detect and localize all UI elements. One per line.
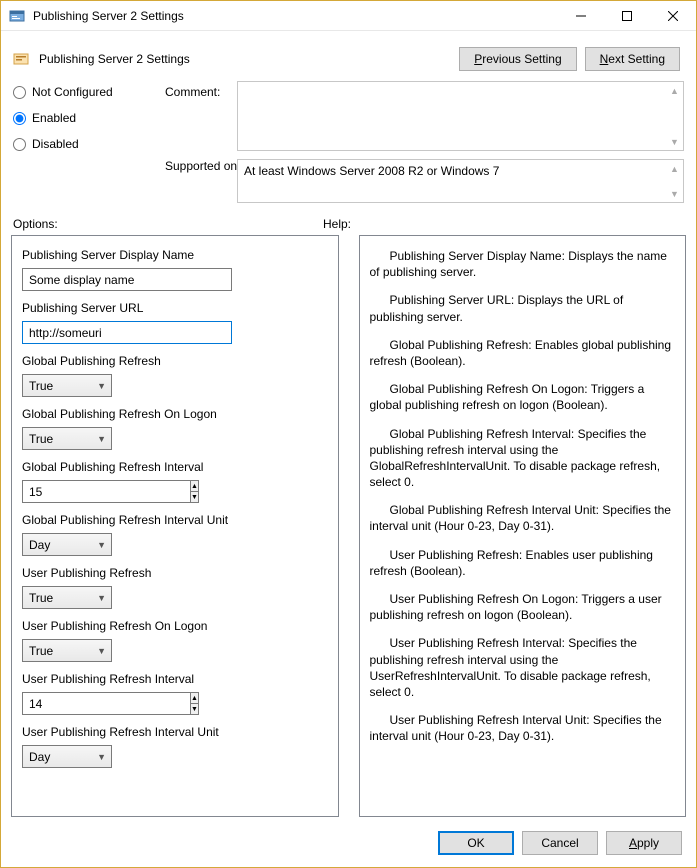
page-title: Publishing Server 2 Settings bbox=[39, 52, 449, 66]
help-text: Global Publishing Refresh: Enables globa… bbox=[370, 337, 676, 369]
spin-down-icon[interactable]: ▼ bbox=[191, 492, 198, 502]
titlebar: Publishing Server 2 Settings bbox=[1, 1, 696, 31]
chevron-down-icon: ▼ bbox=[97, 646, 106, 656]
comment-textarea[interactable]: ▲ ▼ bbox=[237, 81, 684, 151]
help-text: User Publishing Refresh On Logon: Trigge… bbox=[370, 591, 676, 623]
help-pane: Publishing Server Display Name: Displays… bbox=[359, 235, 687, 817]
scroll-down-icon[interactable]: ▼ bbox=[666, 133, 683, 150]
global-interval-label: Global Publishing Refresh Interval bbox=[22, 460, 328, 474]
help-text: User Publishing Refresh Interval: Specif… bbox=[370, 635, 676, 700]
minimize-button[interactable] bbox=[558, 1, 604, 31]
display-name-input[interactable] bbox=[22, 268, 232, 291]
url-input[interactable] bbox=[22, 321, 232, 344]
window-title: Publishing Server 2 Settings bbox=[33, 9, 558, 23]
ok-button[interactable]: OK bbox=[438, 831, 514, 855]
chevron-down-icon: ▼ bbox=[97, 752, 106, 762]
help-text: Global Publishing Refresh Interval Unit:… bbox=[370, 502, 676, 534]
global-unit-select[interactable]: Day▼ bbox=[22, 533, 112, 556]
chevron-down-icon: ▼ bbox=[97, 434, 106, 444]
user-refresh-label: User Publishing Refresh bbox=[22, 566, 328, 580]
app-icon bbox=[9, 8, 25, 24]
user-interval-label: User Publishing Refresh Interval bbox=[22, 672, 328, 686]
scroll-up-icon[interactable]: ▲ bbox=[666, 82, 683, 99]
help-text: User Publishing Refresh: Enables user pu… bbox=[370, 547, 676, 579]
chevron-down-icon: ▼ bbox=[97, 381, 106, 391]
help-text: Global Publishing Refresh Interval: Spec… bbox=[370, 426, 676, 491]
help-text: Publishing Server URL: Displays the URL … bbox=[370, 292, 676, 324]
spin-down-icon[interactable]: ▼ bbox=[191, 704, 198, 714]
supported-on-label: Supported on: bbox=[165, 159, 235, 203]
spin-up-icon[interactable]: ▲ bbox=[191, 481, 198, 492]
page-icon bbox=[13, 51, 29, 67]
next-setting-button[interactable]: Next Setting bbox=[585, 47, 680, 71]
supported-on-value: At least Windows Server 2008 R2 or Windo… bbox=[237, 159, 684, 203]
scroll-up-icon[interactable]: ▲ bbox=[666, 160, 683, 177]
global-interval-spinner[interactable]: ▲▼ bbox=[22, 480, 132, 503]
global-refresh-label: Global Publishing Refresh bbox=[22, 354, 328, 368]
close-button[interactable] bbox=[650, 1, 696, 31]
user-logon-label: User Publishing Refresh On Logon bbox=[22, 619, 328, 633]
user-refresh-select[interactable]: True▼ bbox=[22, 586, 112, 609]
global-refresh-select[interactable]: True▼ bbox=[22, 374, 112, 397]
previous-setting-button[interactable]: Previous Setting bbox=[459, 47, 576, 71]
apply-button[interactable]: Apply bbox=[606, 831, 682, 855]
spin-up-icon[interactable]: ▲ bbox=[191, 693, 198, 704]
disabled-radio[interactable]: Disabled bbox=[13, 137, 163, 151]
options-pane: Publishing Server Display Name Publishin… bbox=[11, 235, 339, 817]
chevron-down-icon: ▼ bbox=[97, 540, 106, 550]
global-logon-label: Global Publishing Refresh On Logon bbox=[22, 407, 328, 421]
options-label: Options: bbox=[13, 217, 323, 231]
user-logon-select[interactable]: True▼ bbox=[22, 639, 112, 662]
help-text: Publishing Server Display Name: Displays… bbox=[370, 248, 676, 280]
user-unit-select[interactable]: Day▼ bbox=[22, 745, 112, 768]
scroll-down-icon[interactable]: ▼ bbox=[666, 185, 683, 202]
user-unit-label: User Publishing Refresh Interval Unit bbox=[22, 725, 328, 739]
comment-label: Comment: bbox=[165, 81, 235, 99]
help-label: Help: bbox=[323, 217, 351, 231]
help-text: Global Publishing Refresh On Logon: Trig… bbox=[370, 381, 676, 413]
cancel-button[interactable]: Cancel bbox=[522, 831, 598, 855]
global-logon-select[interactable]: True▼ bbox=[22, 427, 112, 450]
maximize-button[interactable] bbox=[604, 1, 650, 31]
global-unit-label: Global Publishing Refresh Interval Unit bbox=[22, 513, 328, 527]
url-label: Publishing Server URL bbox=[22, 301, 328, 315]
display-name-label: Publishing Server Display Name bbox=[22, 248, 328, 262]
user-interval-spinner[interactable]: ▲▼ bbox=[22, 692, 132, 715]
chevron-down-icon: ▼ bbox=[97, 593, 106, 603]
not-configured-radio[interactable]: Not Configured bbox=[13, 85, 163, 99]
help-text: User Publishing Refresh Interval Unit: S… bbox=[370, 712, 676, 744]
enabled-radio[interactable]: Enabled bbox=[13, 111, 163, 125]
